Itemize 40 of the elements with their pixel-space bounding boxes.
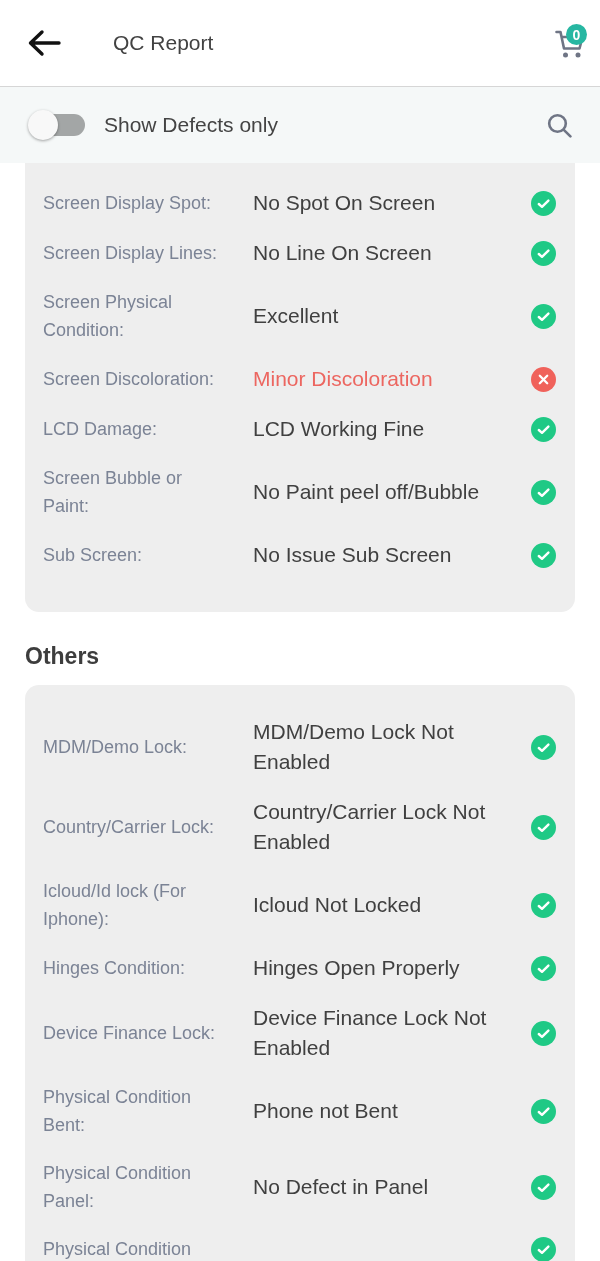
check-result: No Line On Screen: [253, 240, 433, 266]
check-label: Screen Display Spot:: [43, 192, 213, 215]
check-result: No Issue Sub Screen: [253, 542, 453, 568]
check-label: MDM/Demo Lock:: [43, 736, 189, 759]
cart-icon: [555, 29, 584, 59]
page-title: QC Report: [113, 31, 215, 55]
search-button[interactable]: [547, 112, 572, 138]
toggle-label: Show Defects only: [104, 113, 279, 137]
check-result: Excellent: [253, 303, 340, 329]
check-result: No Paint peel off/Bubble: [253, 479, 481, 505]
check-label: Screen Display Lines:: [43, 242, 219, 265]
section-title: Others: [25, 642, 101, 670]
check-result: Phone not Bent: [253, 1098, 399, 1124]
check-label: Screen Discoloration:: [43, 368, 216, 391]
check-result: Country/Carrier Lock Not Enabled: [253, 799, 487, 855]
check-label: LCD Damage:: [43, 418, 159, 441]
cart-count-badge: 0: [566, 24, 587, 45]
check-label: Sub Screen:: [43, 544, 144, 567]
check-result: Device Finance Lock Not Enabled: [253, 1005, 488, 1061]
check-result: MDM/Demo Lock Not Enabled: [253, 719, 455, 775]
toggle-switch[interactable]: [27, 109, 85, 141]
check-label: Physical Condition Panel:: [43, 1162, 193, 1213]
check-label: Physical Condition: [43, 1238, 193, 1261]
search-icon: [547, 112, 572, 138]
cart-button[interactable]: 0: [553, 24, 587, 60]
check-result: No Defect in Panel: [253, 1174, 430, 1200]
back-button[interactable]: [27, 29, 61, 57]
back-arrow-icon: [27, 29, 61, 57]
check-result: No Spot On Screen: [253, 190, 437, 216]
check-result: Icloud Not Locked: [253, 892, 423, 918]
check-result: Hinges Open Properly: [253, 955, 461, 981]
check-result: Minor Discoloration: [253, 366, 434, 392]
check-result: LCD Working Fine: [253, 416, 426, 442]
check-label: Screen Physical Condition:: [43, 291, 174, 342]
check-label: Screen Bubble or Paint:: [43, 467, 184, 518]
check-label: Country/Carrier Lock:: [43, 816, 216, 839]
check-label: Hinges Condition:: [43, 957, 187, 980]
check-label: Icloud/Id lock (For Iphone):: [43, 880, 188, 931]
check-label: Physical Condition Bent:: [43, 1086, 193, 1137]
check-label: Device Finance Lock:: [43, 1022, 217, 1045]
